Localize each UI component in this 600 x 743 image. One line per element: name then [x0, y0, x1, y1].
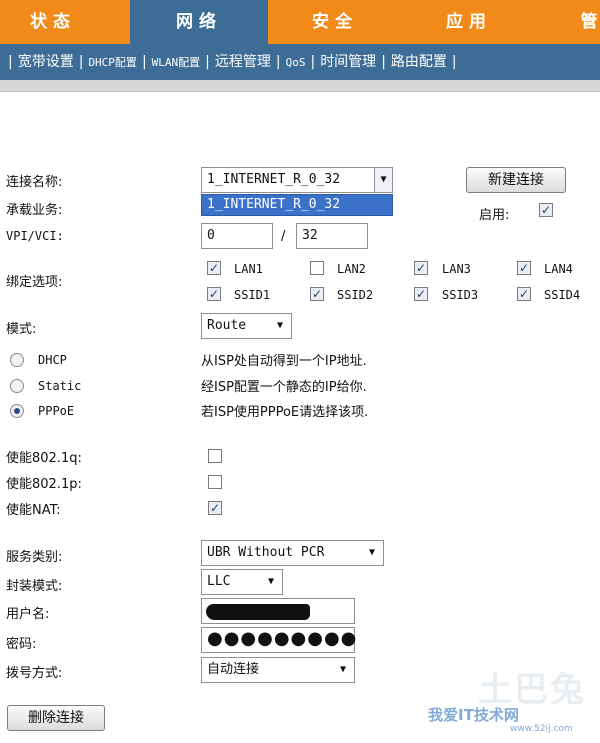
- ssid2-label: SSID2: [337, 288, 374, 302]
- radio-pppoe-label: PPPoE: [38, 404, 75, 418]
- subnav-wlan[interactable]: WLAN配置: [152, 56, 201, 69]
- subnav-dhcp[interactable]: DHCP配置: [88, 56, 137, 69]
- mode-select[interactable]: Route ▼: [201, 313, 292, 339]
- conn-name-value: 1_INTERNET_R_0_32: [207, 172, 341, 187]
- vpivci-label: VPI/VCI:: [6, 229, 64, 243]
- watermark-url: www.52ij.com: [510, 724, 573, 734]
- subnav-time[interactable]: 时间管理: [320, 54, 376, 70]
- subnav-broadband[interactable]: 宽带设置: [18, 54, 74, 70]
- header-divider: [0, 80, 600, 92]
- enable-label: 启用:: [479, 208, 510, 223]
- ssid3-checkbox[interactable]: ✓: [414, 287, 428, 301]
- top-nav: 状态 网络 安全 应用 管: [0, 0, 600, 44]
- radio-static-label: Static: [38, 379, 82, 393]
- lan4-checkbox[interactable]: ✓: [517, 261, 531, 275]
- password-input[interactable]: ●●●●●●●●●: [201, 627, 356, 653]
- subnav-remote[interactable]: 远程管理: [215, 54, 271, 70]
- dial-value: 自动连接: [207, 662, 260, 677]
- service-class-select[interactable]: UBR Without PCR ▼: [201, 540, 384, 566]
- watermark-title: 我爱IT技术网: [428, 706, 519, 724]
- dial-label: 拨号方式:: [6, 666, 63, 681]
- lan3-checkbox[interactable]: ✓: [414, 261, 428, 275]
- tab-applications[interactable]: 应用: [402, 0, 536, 44]
- lan2-checkbox[interactable]: [310, 261, 324, 275]
- mode-label: 模式:: [6, 322, 37, 337]
- tab-status[interactable]: 状态: [0, 0, 106, 44]
- radio-dhcp-label: DHCP: [38, 353, 67, 367]
- username-redaction: [206, 604, 310, 620]
- lan1-checkbox[interactable]: ✓: [207, 261, 221, 275]
- pppoe-description: 若ISP使用PPPoE请选择该项.: [201, 405, 369, 420]
- radio-pppoe[interactable]: [10, 404, 24, 418]
- subnav-routing[interactable]: 路由配置: [391, 54, 447, 70]
- vpi-vci-separator: /: [281, 229, 286, 244]
- ssid3-label: SSID3: [442, 288, 479, 302]
- encap-select[interactable]: LLC ▼: [201, 569, 283, 595]
- conn-name-select[interactable]: 1_INTERNET_R_0_32 ▼: [201, 167, 393, 193]
- chevron-down-icon: ▼: [267, 576, 274, 587]
- tab-management[interactable]: 管: [572, 0, 600, 44]
- encap-value: LLC: [207, 574, 231, 589]
- mode-value: Route: [207, 318, 247, 333]
- subnav-qos[interactable]: QoS: [286, 56, 306, 69]
- nat-label: 使能NAT:: [6, 503, 61, 518]
- username-label: 用户名:: [6, 607, 50, 622]
- dot1q-label: 使能802.1q:: [6, 451, 82, 466]
- tab-security[interactable]: 安全: [268, 0, 402, 44]
- sub-nav: | 宽带设置 | DHCP配置 | WLAN配置 | 远程管理 | QoS | 时间管理 | 路由配置 |: [0, 44, 600, 80]
- ssid1-checkbox[interactable]: ✓: [207, 287, 221, 301]
- chevron-down-icon: ▼: [339, 664, 346, 675]
- lan2-label: LAN2: [337, 262, 366, 276]
- static-description: 经ISP配置一个静态的IP给你.: [201, 380, 367, 395]
- chevron-down-icon: ▼: [374, 168, 392, 192]
- vci-input[interactable]: 32: [296, 223, 368, 249]
- new-connection-button[interactable]: 新建连接: [466, 167, 566, 193]
- delete-connection-button[interactable]: 删除连接: [7, 705, 105, 731]
- lan4-label: LAN4: [544, 262, 573, 276]
- vpi-input[interactable]: 0: [201, 223, 273, 249]
- lan1-label: LAN1: [234, 262, 263, 276]
- ssid4-checkbox[interactable]: ✓: [517, 287, 531, 301]
- dial-select[interactable]: 自动连接 ▼: [201, 657, 355, 683]
- conn-name-dropdown-option[interactable]: 1_INTERNET_R_0_32: [201, 194, 393, 216]
- ssid1-label: SSID1: [234, 288, 271, 302]
- password-label: 密码:: [6, 637, 37, 652]
- nat-checkbox[interactable]: ✓: [208, 501, 222, 515]
- ssid2-checkbox[interactable]: ✓: [310, 287, 324, 301]
- binding-label: 绑定选项:: [6, 275, 63, 290]
- dhcp-description: 从ISP处自动得到一个IP地址.: [201, 354, 367, 369]
- chevron-down-icon: ▼: [276, 320, 283, 331]
- enable-checkbox[interactable]: ✓: [539, 203, 553, 217]
- site-watermark: 土巴兔 我爱IT技术网 www.52ij.com: [398, 660, 598, 740]
- radio-static[interactable]: [10, 379, 24, 393]
- lan3-label: LAN3: [442, 262, 471, 276]
- service-class-label: 服务类别:: [6, 550, 63, 565]
- dot1p-checkbox[interactable]: [208, 475, 222, 489]
- tab-network[interactable]: 网络: [130, 0, 268, 44]
- chevron-down-icon: ▼: [368, 547, 375, 558]
- radio-dhcp[interactable]: [10, 353, 24, 367]
- encap-label: 封装模式:: [6, 579, 63, 594]
- dot1p-label: 使能802.1p:: [6, 477, 82, 492]
- service-class-value: UBR Without PCR: [207, 545, 325, 560]
- service-label: 承载业务:: [6, 203, 63, 218]
- conn-name-label: 连接名称:: [6, 175, 63, 190]
- dot1q-checkbox[interactable]: [208, 449, 222, 463]
- ssid4-label: SSID4: [544, 288, 581, 302]
